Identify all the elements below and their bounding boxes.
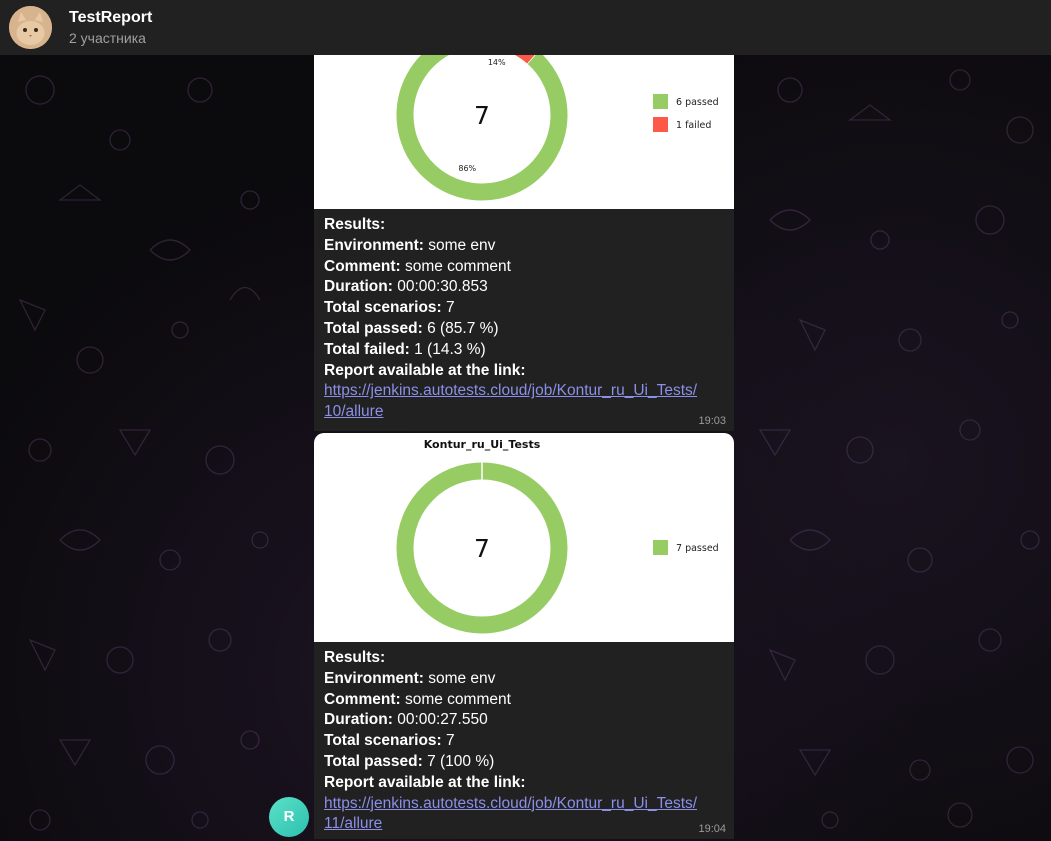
chat-member-count: 2 участника: [69, 30, 146, 46]
environment-label: Environment:: [324, 669, 424, 687]
message-bubble[interactable]: 7 Kontur_ru_Ui_Tests 7 passed Results: Env…: [314, 433, 734, 839]
environment-value: some env: [423, 669, 496, 687]
slice-percent-label: 86%: [458, 164, 476, 173]
duration-label: Duration:: [324, 278, 393, 296]
duration-label: Duration:: [324, 711, 393, 729]
report-link[interactable]: https://jenkins.autotests.cloud/job/Kont…: [324, 795, 697, 812]
total-scenarios-value: 7: [441, 299, 455, 317]
environment-label: Environment:: [324, 236, 424, 254]
total-scenarios-value: 7: [441, 732, 455, 750]
chat-header[interactable]: TestReport 2 участника: [0, 0, 1051, 55]
comment-value: some comment: [400, 690, 511, 708]
legend-swatch: [653, 117, 668, 132]
legend-swatch: [653, 94, 668, 109]
report-chart-image[interactable]: 86% 14% 7 6 passed 1 failed: [314, 55, 734, 209]
total-passed-value: 7 (100 %): [422, 752, 495, 770]
message-time: 19:04: [698, 823, 726, 835]
donut-segment: [514, 55, 535, 64]
legend-label: 7 passed: [676, 543, 719, 554]
report-link-continued[interactable]: 11/allure: [324, 815, 382, 832]
total-scenarios-label: Total scenarios:: [324, 299, 442, 317]
sender-avatar[interactable]: R: [269, 797, 309, 837]
total-failed-label: Total failed:: [324, 340, 410, 358]
results-label: Results:: [324, 649, 386, 666]
legend-swatch: [653, 540, 668, 555]
cat-avatar-icon: [9, 6, 52, 49]
message-bubble[interactable]: 86% 14% 7 6 passed 1 failed Results: Environ…: [314, 55, 734, 431]
total-passed-value: 6 (85.7 %): [422, 319, 499, 337]
chart-title: Kontur_ru_Ui_Tests: [424, 438, 541, 451]
legend-label: 6 passed: [676, 97, 719, 108]
total-failed-value: 1 (14.3 %): [409, 340, 486, 358]
report-link-label: Report available at the link:: [324, 361, 526, 379]
slice-percent-label: 14%: [488, 58, 506, 67]
chat-title: TestReport: [69, 9, 153, 26]
report-link-label: Report available at the link:: [324, 773, 526, 791]
environment-value: some env: [423, 236, 496, 254]
total-passed-label: Total passed:: [324, 319, 423, 337]
donut-chart: 7 Kontur_ru_Ui_Tests 7 passed: [396, 438, 719, 634]
group-avatar[interactable]: [9, 6, 52, 49]
legend-label: 1 failed: [676, 120, 711, 131]
comment-label: Comment:: [324, 257, 401, 275]
donut-chart: 86% 14% 7 6 passed 1 failed: [396, 55, 719, 201]
report-link-continued[interactable]: 10/allure: [324, 403, 383, 420]
message-text: Results: Environment: some env Comment: …: [314, 642, 734, 835]
chat-window: TestReport 2 участника 86% 14% 7 6 passed 1 …: [0, 0, 1051, 841]
report-link[interactable]: https://jenkins.autotests.cloud/job/Kont…: [324, 382, 697, 399]
message-text: Results: Environment: some env Comment: …: [314, 209, 734, 423]
report-chart-image[interactable]: 7 Kontur_ru_Ui_Tests 7 passed: [314, 433, 734, 642]
comment-value: some comment: [400, 257, 511, 275]
duration-value: 00:00:27.550: [392, 711, 488, 729]
results-label: Results:: [324, 216, 386, 233]
center-total-label: 7: [474, 534, 490, 563]
message-time: 19:03: [698, 415, 726, 427]
total-scenarios-label: Total scenarios:: [324, 732, 442, 750]
total-passed-label: Total passed:: [324, 752, 423, 770]
comment-label: Comment:: [324, 690, 401, 708]
duration-value: 00:00:30.853: [392, 278, 488, 296]
center-total-label: 7: [474, 101, 490, 130]
